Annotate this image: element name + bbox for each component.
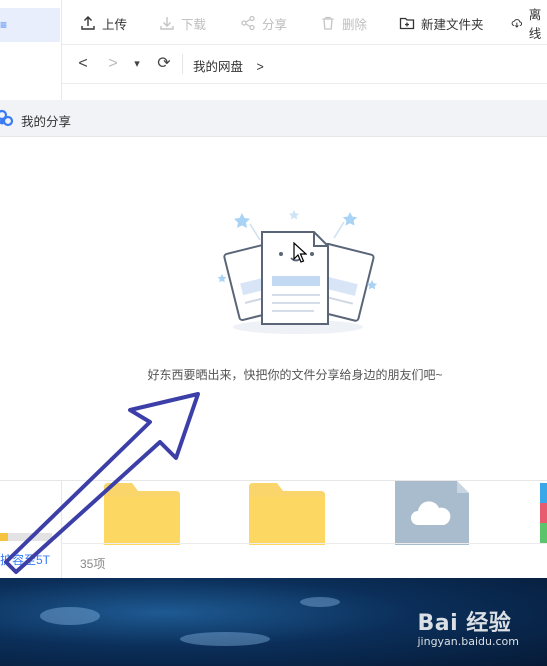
annotation-arrow [4,392,200,574]
